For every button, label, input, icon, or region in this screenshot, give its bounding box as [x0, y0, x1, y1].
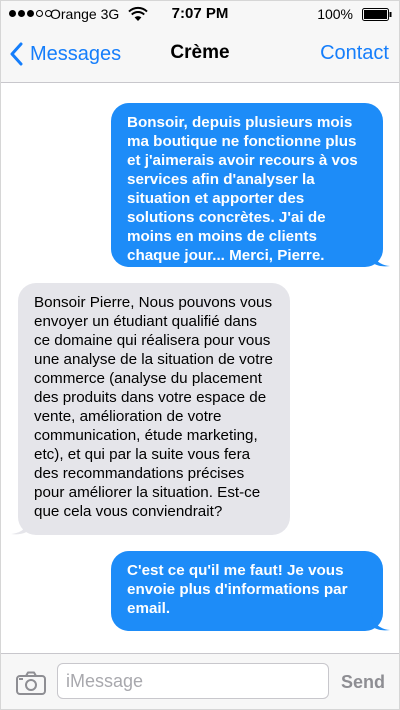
- outgoing-message-bubble[interactable]: Bonsoir, depuis plusieurs mois ma boutiq…: [111, 103, 390, 267]
- bubble-tail: [371, 613, 390, 631]
- battery-percentage: 100%: [317, 6, 353, 22]
- message-text: Bonsoir Pierre, Nous pouvons vous envoye…: [34, 294, 273, 520]
- message-input-bar: Send: [1, 653, 399, 709]
- send-button[interactable]: Send: [341, 672, 385, 693]
- bubble-tail: [11, 517, 30, 535]
- imessage-input[interactable]: [57, 663, 329, 699]
- outgoing-message-bubble[interactable]: C'est ce qu'il me faut! Je vous envoie p…: [111, 551, 390, 631]
- camera-icon[interactable]: [16, 671, 46, 695]
- message-text: Bonsoir, depuis plusieurs mois ma boutiq…: [127, 114, 358, 264]
- incoming-message-bubble[interactable]: Bonsoir Pierre, Nous pouvons vous envoye…: [11, 283, 290, 535]
- messages-app-window: Orange 3G 7:07 PM 100% Messages Crème Co…: [0, 0, 400, 710]
- navigation-bar: Messages Crème Contact: [1, 29, 399, 83]
- contact-button[interactable]: Contact: [320, 42, 389, 65]
- battery-icon: [362, 8, 392, 21]
- status-bar: Orange 3G 7:07 PM 100%: [1, 1, 399, 29]
- message-text: C'est ce qu'il me faut! Je vous envoie p…: [127, 562, 348, 617]
- message-thread[interactable]: Bonsoir, depuis plusieurs mois ma boutiq…: [1, 83, 399, 653]
- bubble-tail: [371, 249, 390, 267]
